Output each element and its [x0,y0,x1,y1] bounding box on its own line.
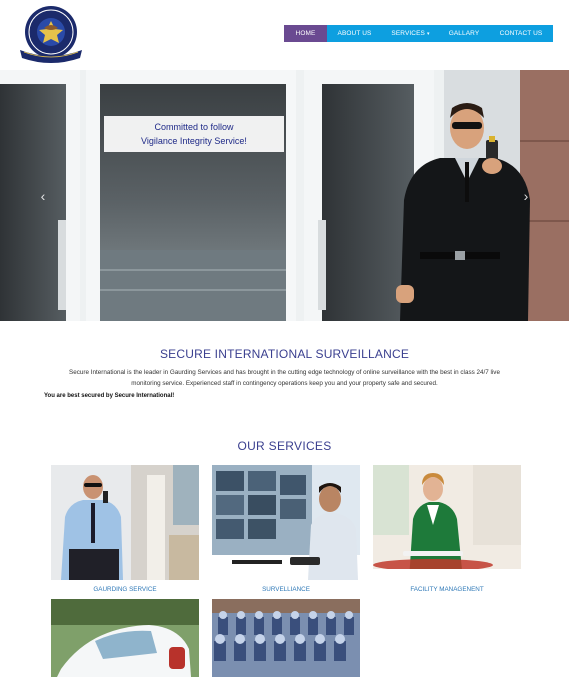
intro-text-line-1: Secure International is the leader in Ga… [69,369,500,376]
facility-image [373,465,521,580]
service-card-surveillance[interactable]: SURVELLIANCE [212,465,360,593]
facility-label[interactable]: FACILITY MANAGENENT [373,586,521,593]
intro-title: SECURE INTERNATIONAL SURVEILLANCE [159,347,410,361]
nav-about-us[interactable]: ABOUT US [327,25,382,42]
guarding-image [51,465,199,580]
caret-down-icon: ▾ [426,30,430,37]
patrol-image [51,599,199,677]
nav-services[interactable]: SERVICES ▾ [382,25,439,42]
intro-text: Secure International is the leader in Ga… [50,367,519,389]
nav-contact-us[interactable]: CONTACT US [489,25,553,42]
chevron-left-icon[interactable]: ‹ [36,188,50,204]
hero-slider: Committed to follow Vigilance Integrity … [0,70,569,321]
service-card-guarding[interactable]: GAURDING SERVICE [51,465,199,593]
nav-services-label: SERVICES [391,30,425,37]
nav-home-label: HOME [295,30,316,37]
banner-line-1: Committed to follow [154,122,234,132]
nav-gallary[interactable]: GALLARY [439,25,489,42]
banner-line-2: Vigilance Integrity Service! [141,136,247,146]
intro-text-line-2: monitoring service. Experienced staff in… [131,380,438,387]
site-header: HOME ABOUT US SERVICES ▾ GALLARY CONTACT … [0,0,569,70]
main-navigation: HOME ABOUT US SERVICES ▾ GALLARY CONTACT … [284,25,553,42]
chevron-right-icon[interactable]: › [519,188,533,204]
services-title: OUR SERVICES [237,439,332,453]
service-card-patrol[interactable] [51,599,199,677]
service-card-training[interactable] [212,599,360,677]
hero-image [0,70,569,321]
guarding-label[interactable]: GAURDING SERVICE [51,586,199,593]
nav-home[interactable]: HOME [284,25,327,42]
intro-tagline: You are best secured by Secure Internati… [44,393,175,399]
training-image [212,599,360,677]
company-logo[interactable] [16,4,86,68]
nav-about-us-label: ABOUT US [337,30,372,37]
nav-gallary-label: GALLARY [448,30,480,37]
surveillance-label[interactable]: SURVELLIANCE [212,586,360,593]
service-card-facility[interactable]: FACILITY MANAGENENT [373,465,521,593]
nav-contact-us-label: CONTACT US [499,30,543,37]
hero-banner: Committed to follow Vigilance Integrity … [104,116,284,152]
surveillance-image [212,465,360,580]
